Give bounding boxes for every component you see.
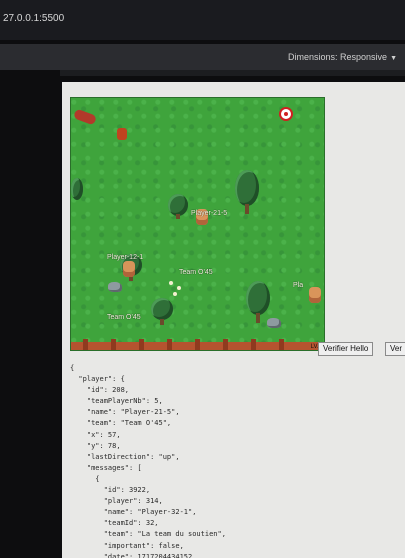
json-line: "date": 1717204434152, xyxy=(103,552,197,558)
json-line: "id": 3922, xyxy=(103,486,151,495)
json-line: "y": 78, xyxy=(86,441,121,450)
json-line: "name": "Player-32-1", xyxy=(103,508,197,517)
json-line: "team": "Team O'45", xyxy=(86,419,172,428)
verify-button[interactable]: Ver xyxy=(385,342,405,356)
json-line: "player": 314, xyxy=(103,497,163,506)
game-canvas[interactable]: Player-21-5 Team O'45 Player-12-1 Team O… xyxy=(70,97,325,351)
team-name-label: Team O'45 xyxy=(107,314,141,321)
devtools-toolbar: Dimensions: Responsive ▼ xyxy=(0,44,405,70)
chevron-down-icon: ▼ xyxy=(390,55,397,62)
json-line: { xyxy=(95,474,100,483)
player-name-label: Pla xyxy=(293,282,304,289)
json-line: "lastDirection": "up", xyxy=(86,452,180,461)
browser-address-bar[interactable]: 27.0.0.1:5500 xyxy=(0,0,405,40)
json-line: "teamPlayerNb": 5, xyxy=(86,397,163,406)
other-player-character xyxy=(309,287,321,303)
team-name-label: Team O'45 xyxy=(179,269,213,276)
json-output: { "player": { "id": 208, "teamPlayerNb":… xyxy=(70,363,226,558)
page-viewport: Player-21-5 Team O'45 Player-12-1 Team O… xyxy=(62,82,405,558)
json-line: "x": 57, xyxy=(86,430,121,439)
other-player-character xyxy=(123,261,135,277)
player-name-label: Player-21-5 xyxy=(191,210,228,217)
json-line: "important": false, xyxy=(103,541,184,550)
json-line: "player": { xyxy=(78,375,125,384)
flower-sprite xyxy=(173,292,177,296)
flower-sprite xyxy=(169,281,173,285)
json-line: "team": "La team du soutien", xyxy=(103,530,226,539)
dimensions-dropdown[interactable]: Dimensions: Responsive ▼ xyxy=(288,52,397,62)
devtools-ruler xyxy=(60,70,405,76)
rock-sprite xyxy=(267,318,281,328)
rock-sprite xyxy=(108,282,122,292)
target-marker-icon xyxy=(279,107,293,121)
json-line: { xyxy=(70,364,75,372)
flower-sprite xyxy=(177,286,181,290)
dimensions-label: Dimensions: Responsive xyxy=(288,52,388,62)
stump-sprite xyxy=(117,128,127,140)
log-sprite xyxy=(72,108,98,126)
verify-hello-button[interactable]: Verifier Hello xyxy=(318,342,374,356)
url-text[interactable]: 27.0.0.1:5500 xyxy=(3,13,64,24)
json-line: "messages": [ xyxy=(86,463,142,472)
json-line: "teamId": 32, xyxy=(103,519,159,528)
player-name-label: Player-12-1 xyxy=(107,254,144,261)
json-line: "name": "Player-21-5", xyxy=(86,408,180,417)
json-line: "id": 208, xyxy=(86,386,130,395)
fence-sprite xyxy=(71,339,324,350)
